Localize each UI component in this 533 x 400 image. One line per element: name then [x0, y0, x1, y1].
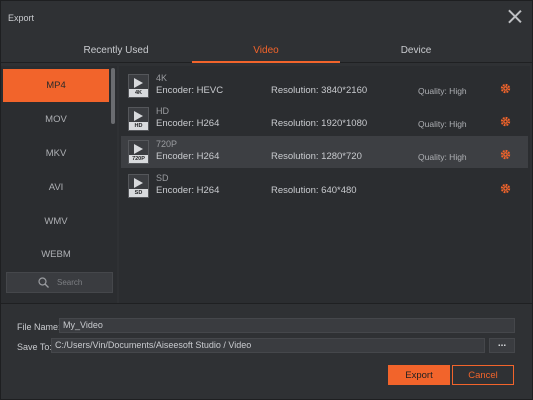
preset-tag: 4K — [129, 89, 148, 97]
video-thumb-icon: SD — [128, 174, 149, 198]
format-mkv[interactable]: MKV — [3, 137, 109, 170]
preset-quality: Quality: High — [418, 119, 467, 129]
export-dialog: Export Recently Used Video Device MP4 MO… — [0, 0, 533, 400]
preset-tag: 720P — [129, 155, 148, 163]
video-thumb-icon: 4K — [128, 74, 149, 98]
gear-icon[interactable] — [500, 83, 511, 94]
file-name-input[interactable]: My_Video — [59, 318, 515, 333]
gear-icon[interactable] — [500, 149, 511, 160]
gear-icon[interactable] — [500, 116, 511, 127]
format-avi[interactable]: AVI — [3, 171, 109, 204]
format-wmv[interactable]: WMV — [3, 205, 109, 238]
preset-row-sd[interactable]: SD SD Encoder: H264 Resolution: 640*480 — [121, 170, 528, 202]
format-list: MP4 MOV MKV AVI WMV WEBM Search — [1, 66, 117, 303]
file-name-label: File Name: — [17, 322, 61, 332]
save-to-label: Save To: — [17, 342, 52, 352]
preset-quality: Quality: High — [418, 86, 467, 96]
preset-encoder: Encoder: H264 — [156, 118, 220, 129]
preset-tag: HD — [129, 122, 148, 130]
preset-quality: Quality: High — [418, 152, 467, 162]
title-bar: Export — [1, 1, 532, 37]
format-webm[interactable]: WEBM — [3, 238, 109, 271]
cancel-button[interactable]: Cancel — [452, 365, 514, 385]
video-thumb-icon: 720P — [128, 140, 149, 164]
output-settings: File Name: My_Video Save To: C:/Users/Vi… — [1, 303, 532, 399]
format-search-input[interactable]: Search — [6, 272, 113, 293]
preset-tag: SD — [129, 189, 148, 197]
video-thumb-icon: HD — [128, 107, 149, 131]
preset-resolution: Resolution: 640*480 — [271, 185, 357, 196]
browse-button[interactable]: ... — [489, 338, 515, 353]
preset-row-hd[interactable]: HD HD Encoder: H264 Resolution: 1920*108… — [121, 103, 528, 135]
format-mov[interactable]: MOV — [3, 103, 109, 136]
preset-name: 720P — [156, 139, 178, 149]
preset-name: HD — [156, 106, 169, 116]
tab-bar: Recently Used Video Device — [1, 37, 532, 63]
preset-name: 4K — [156, 73, 168, 83]
close-icon[interactable] — [508, 9, 522, 23]
search-placeholder: Search — [57, 278, 83, 287]
preset-resolution: Resolution: 3840*2160 — [271, 85, 368, 96]
window-title: Export — [8, 13, 35, 23]
save-path-input[interactable]: C:/Users/Vin/Documents/Aiseesoft Studio … — [51, 338, 485, 353]
active-tab-indicator — [192, 61, 340, 63]
format-mp4[interactable]: MP4 — [3, 69, 109, 102]
tab-video[interactable]: Video — [192, 45, 340, 56]
preset-encoder: Encoder: H264 — [156, 185, 220, 196]
preset-row-4k[interactable]: 4K 4K Encoder: HEVC Resolution: 3840*216… — [121, 70, 528, 102]
search-icon — [38, 277, 49, 288]
gear-icon[interactable] — [500, 183, 511, 194]
preset-list: 4K 4K Encoder: HEVC Resolution: 3840*216… — [119, 66, 530, 303]
preset-resolution: Resolution: 1280*720 — [271, 151, 362, 162]
tab-recently-used[interactable]: Recently Used — [51, 45, 181, 56]
format-list-scrollbar[interactable] — [111, 68, 115, 124]
preset-name: SD — [156, 173, 169, 183]
tab-device[interactable]: Device — [361, 45, 471, 56]
preset-resolution: Resolution: 1920*1080 — [271, 118, 368, 129]
export-button[interactable]: Export — [388, 365, 450, 385]
preset-encoder: Encoder: HEVC — [156, 85, 224, 96]
preset-row-720p[interactable]: 720P 720P Encoder: H264 Resolution: 1280… — [121, 136, 528, 168]
preset-encoder: Encoder: H264 — [156, 151, 220, 162]
